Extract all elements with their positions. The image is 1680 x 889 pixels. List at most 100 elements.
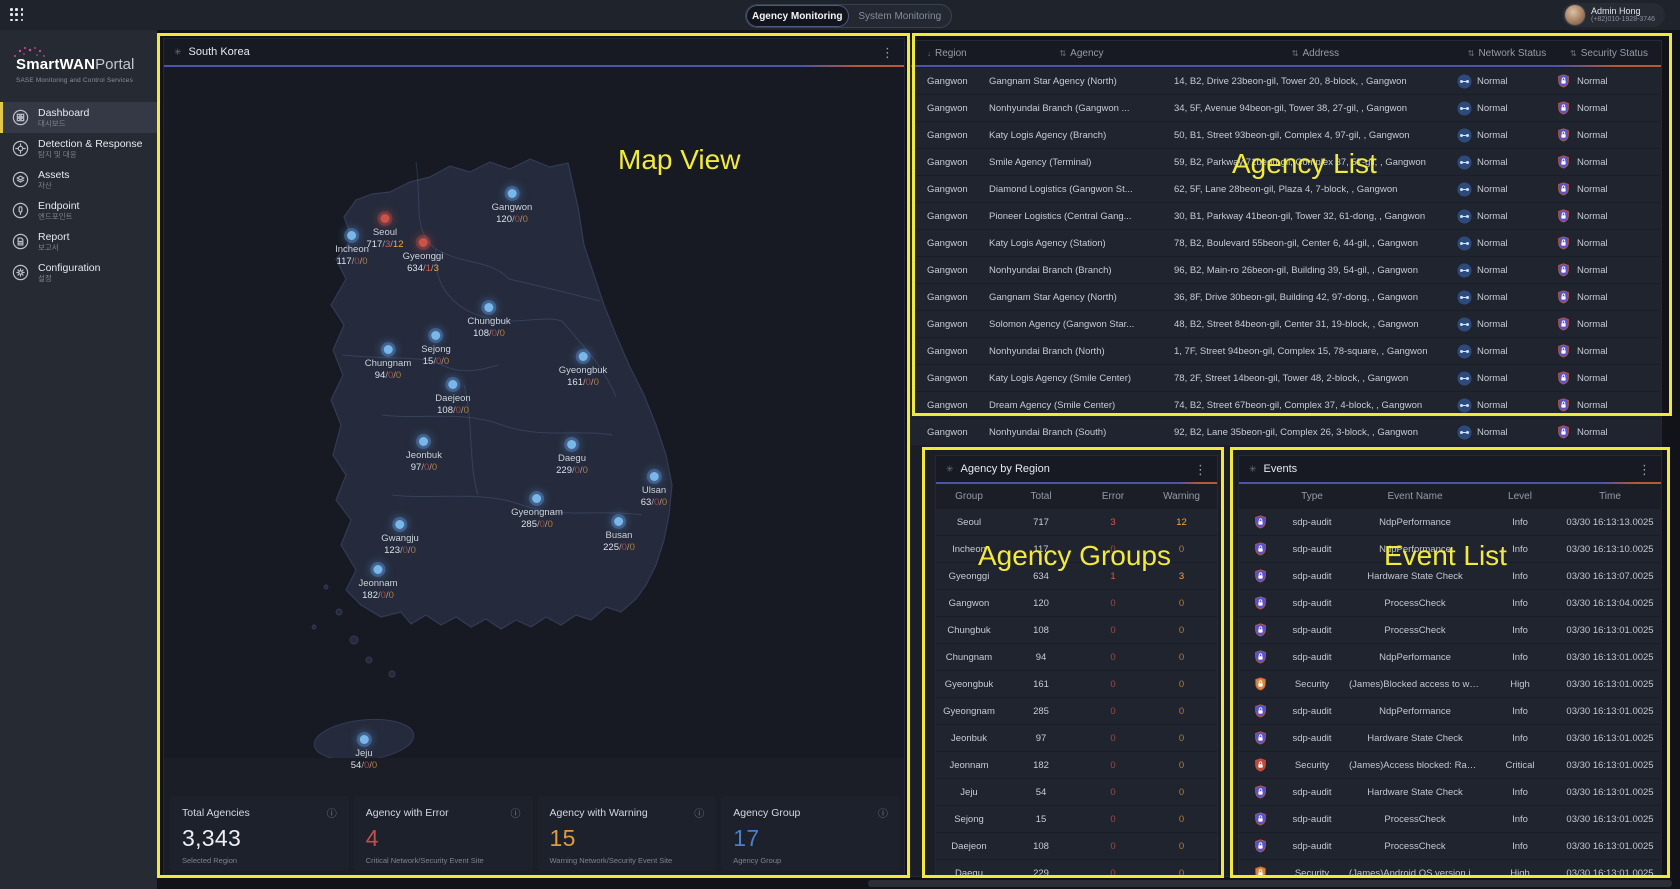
- map-marker-gyeonggi[interactable]: Gyeonggi 634/1/3: [403, 238, 444, 275]
- event-row[interactable]: sdp-audit ProcessCheck Info 03/30 16:13:…: [1239, 806, 1661, 832]
- region-group-row[interactable]: Daegu 229 0 0: [936, 860, 1217, 877]
- map-marker-seoul[interactable]: Seoul 717/3/12: [366, 214, 403, 251]
- map-marker-chungbuk[interactable]: Chungbuk 108/0/0: [467, 303, 510, 340]
- agency-table-row[interactable]: Gangwon Gangnam Star Agency (North) 14, …: [911, 68, 1661, 94]
- event-row[interactable]: sdp-audit ProcessCheck Info 03/30 16:13:…: [1239, 833, 1661, 859]
- map-marker-gyeongbuk[interactable]: Gyeongbuk 161/0/0: [559, 352, 608, 389]
- column-security-status[interactable]: ⇅Security Status: [1557, 48, 1661, 59]
- security-status-cell: Normal: [1557, 371, 1661, 386]
- info-icon[interactable]: ⓘ: [878, 805, 888, 820]
- map-marker-daegu[interactable]: Daegu 229/0/0: [556, 440, 588, 477]
- column-region[interactable]: ↓Region: [927, 48, 989, 59]
- region-group-row[interactable]: Jeju 54 0 0: [936, 779, 1217, 805]
- sidebar-item-dashboard[interactable]: Dashboard 대시보드: [0, 102, 157, 133]
- agency-table-row[interactable]: Gangwon Nonhyundai Branch (Gangwon ... 3…: [911, 95, 1661, 121]
- column-agency[interactable]: ⇅Agency: [989, 48, 1174, 59]
- event-row[interactable]: sdp-audit NdpPerformance Info 03/30 16:1…: [1239, 536, 1661, 562]
- event-row[interactable]: sdp-audit NdpPerformance Info 03/30 16:1…: [1239, 698, 1661, 724]
- map-marker-sejong[interactable]: Sejong 15/0/0: [421, 331, 451, 368]
- agency-table-row[interactable]: Gangwon Katy Logis Agency (Branch) 50, B…: [911, 122, 1661, 148]
- sidebar-item-detection-response[interactable]: Detection & Response 탐지 및 대응: [0, 133, 157, 164]
- sidebar-item-configuration[interactable]: Configuration 설정: [0, 257, 157, 288]
- region-group-row[interactable]: Jeonnam 182 0 0: [936, 752, 1217, 778]
- column-group[interactable]: Group: [936, 491, 1002, 502]
- event-row[interactable]: sdp-audit NdpPerformance Info 03/30 16:1…: [1239, 509, 1661, 535]
- agency-table-row[interactable]: Gangwon Dream Agency (Smile Center) 74, …: [911, 392, 1661, 418]
- region-group-row[interactable]: Seoul 717 3 12: [936, 509, 1217, 535]
- column-error[interactable]: Error: [1080, 491, 1146, 502]
- event-row[interactable]: sdp-audit ProcessCheck Info 03/30 16:13:…: [1239, 590, 1661, 616]
- stat-card-agency-with-error: Agency with Error ⓘ 4 Critical Network/S…: [354, 796, 533, 871]
- kebab-menu-icon[interactable]: ⋮: [1194, 463, 1207, 476]
- event-row[interactable]: Security (James)Android OS version is lo…: [1239, 860, 1661, 877]
- region-group-row[interactable]: Gyeongnam 285 0 0: [936, 698, 1217, 724]
- info-icon[interactable]: ⓘ: [511, 805, 521, 820]
- apps-grid-icon[interactable]: [10, 8, 24, 22]
- region-group-row[interactable]: Daejeon 108 0 0: [936, 833, 1217, 859]
- region-group-row[interactable]: Gangwon 120 0 0: [936, 590, 1217, 616]
- event-row[interactable]: Security (James)Access blocked: Ranso...…: [1239, 752, 1661, 778]
- map-marker-jeonnam[interactable]: Jeonnam 182/0/0: [358, 565, 397, 602]
- column-network-status[interactable]: ⇅Network Status: [1457, 48, 1557, 59]
- column-total[interactable]: Total: [1002, 491, 1080, 502]
- sidebar-item-sublabel: 탐지 및 대응: [38, 150, 142, 159]
- agency-table-row[interactable]: Gangwon Katy Logis Agency (Smile Center)…: [911, 365, 1661, 391]
- region-group-row[interactable]: Chungnam 94 0 0: [936, 644, 1217, 670]
- event-row[interactable]: sdp-audit Hardware State Check Info 03/3…: [1239, 779, 1661, 805]
- sidebar-item-endpoint[interactable]: Endpoint 엔드포인트: [0, 195, 157, 226]
- group-warning-cell: 0: [1146, 787, 1217, 798]
- event-row[interactable]: sdp-audit NdpPerformance Info 03/30 16:1…: [1239, 644, 1661, 670]
- map-marker-gwangju[interactable]: Gwangju 123/0/0: [381, 520, 419, 557]
- map-marker-gyeongnam[interactable]: Gyeongnam 285/0/0: [511, 494, 563, 531]
- south-korea-map[interactable]: Seoul 717/3/12 Incheon 117/0/0 Gyeonggi …: [164, 67, 905, 758]
- event-row[interactable]: sdp-audit Hardware State Check Info 03/3…: [1239, 563, 1661, 589]
- agency-table-row[interactable]: Gangwon Solomon Agency (Gangwon Star... …: [911, 311, 1661, 337]
- column-warning[interactable]: Warning: [1146, 491, 1217, 502]
- map-marker-busan[interactable]: Busan 225/0/0: [603, 517, 635, 554]
- kebab-menu-icon[interactable]: ⋮: [881, 46, 894, 59]
- region-group-row[interactable]: Sejong 15 0 0: [936, 806, 1217, 832]
- agency-table-row[interactable]: Gangwon Nonhyundai Branch (Branch) 96, B…: [911, 257, 1661, 283]
- sidebar-item-assets[interactable]: Assets 자산: [0, 164, 157, 195]
- info-icon[interactable]: ⓘ: [327, 805, 337, 820]
- region-group-row[interactable]: Incheon 117 0 0: [936, 536, 1217, 562]
- map-marker-jeju[interactable]: Jeju 54/0/0: [351, 735, 377, 772]
- agency-table-row[interactable]: Gangwon Smile Agency (Terminal) 59, B2, …: [911, 149, 1661, 175]
- event-row[interactable]: sdp-audit Hardware State Check Info 03/3…: [1239, 725, 1661, 751]
- column-time[interactable]: Time: [1559, 491, 1661, 502]
- agency-table-row[interactable]: Gangwon Nonhyundai Branch (South) 92, B2…: [911, 419, 1661, 445]
- tab-system-monitoring[interactable]: System Monitoring: [849, 5, 952, 27]
- map-marker-ulsan[interactable]: Ulsan 63/0/0: [641, 472, 667, 509]
- marker-counts: 54/0/0: [351, 760, 377, 772]
- agency-table-row[interactable]: Gangwon Gangnam Star Agency (North) 36, …: [911, 284, 1661, 310]
- agency-table-row[interactable]: Gangwon Diamond Logistics (Gangwon St...…: [911, 176, 1661, 202]
- info-icon[interactable]: ⓘ: [694, 805, 704, 820]
- sidebar-item-report[interactable]: Report 보고서: [0, 226, 157, 257]
- agency-table-row[interactable]: Gangwon Katy Logis Agency (Station) 78, …: [911, 230, 1661, 256]
- region-group-row[interactable]: Gyeongbuk 161 0 0: [936, 671, 1217, 697]
- kebab-menu-icon[interactable]: ⋮: [1638, 463, 1651, 476]
- user-chip[interactable]: Admin Hong (+82)010-1928-3746: [1562, 3, 1665, 27]
- map-marker-jeonbuk[interactable]: Jeonbuk 97/0/0: [406, 437, 442, 474]
- region-group-row[interactable]: Chungbuk 108 0 0: [936, 617, 1217, 643]
- event-shield-icon: [1245, 515, 1275, 529]
- map-marker-daejeon[interactable]: Daejeon 108/0/0: [435, 380, 470, 417]
- security-status-cell: Normal: [1557, 209, 1661, 224]
- sidebar-item-label: Dashboard: [38, 107, 89, 120]
- column-address[interactable]: ⇅Address: [1174, 48, 1457, 59]
- region-group-row[interactable]: Jeonbuk 97 0 0: [936, 725, 1217, 751]
- map-marker-chungnam[interactable]: Chungnam 94/0/0: [365, 345, 411, 382]
- column-type[interactable]: Type: [1275, 491, 1349, 502]
- map-marker-gangwon[interactable]: Gangwon 120/0/0: [492, 189, 533, 226]
- column-event-name[interactable]: Event Name: [1349, 491, 1481, 502]
- horizontal-scrollbar[interactable]: [868, 880, 1672, 887]
- tab-agency-monitoring[interactable]: Agency Monitoring: [746, 5, 849, 27]
- event-row[interactable]: Security (James)Blocked access to www...…: [1239, 671, 1661, 697]
- agency-table-row[interactable]: Gangwon Nonhyundai Branch (North) 1, 7F,…: [911, 338, 1661, 364]
- event-row[interactable]: sdp-audit ProcessCheck Info 03/30 16:13:…: [1239, 617, 1661, 643]
- dashboard-icon: [12, 109, 29, 126]
- map-marker-incheon[interactable]: Incheon 117/0/0: [335, 231, 369, 268]
- agency-table-row[interactable]: Gangwon Pioneer Logistics (Central Gang.…: [911, 203, 1661, 229]
- column-level[interactable]: Level: [1481, 491, 1559, 502]
- region-group-row[interactable]: Gyeonggi 634 1 3: [936, 563, 1217, 589]
